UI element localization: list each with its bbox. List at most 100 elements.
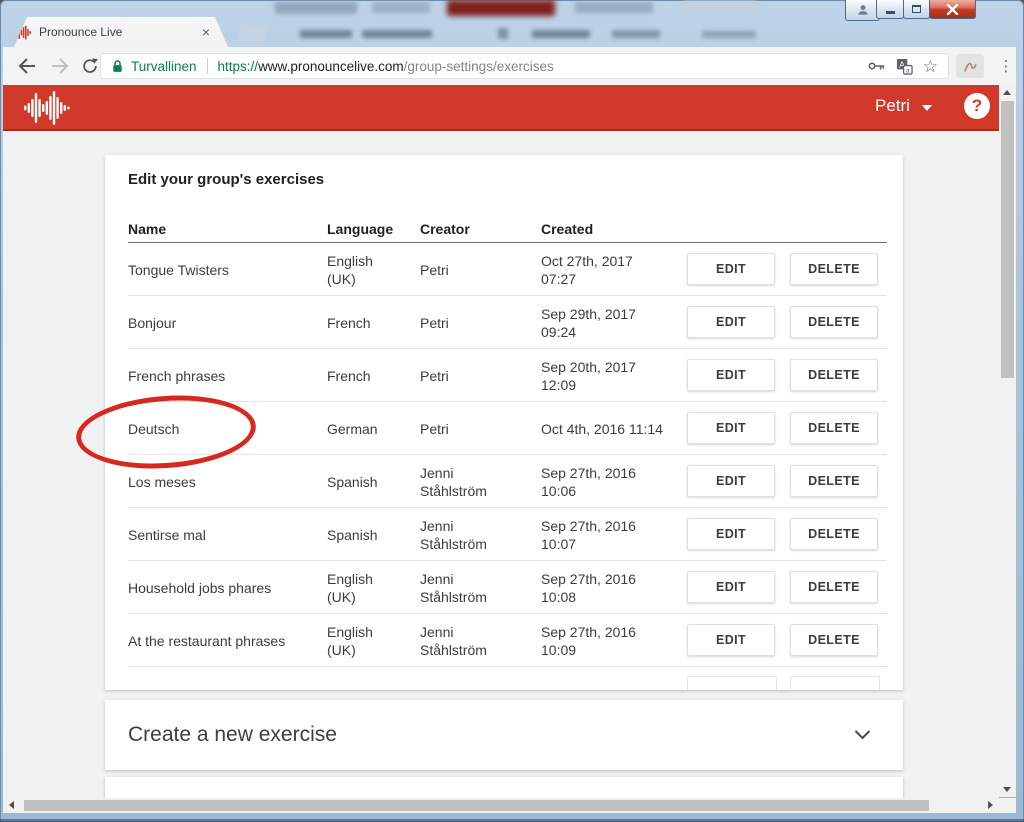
edit-button[interactable]: EDIT	[687, 624, 775, 656]
close-icon	[946, 4, 959, 15]
help-button[interactable]: ?	[964, 93, 990, 119]
exercise-name: Sentirse mal	[128, 508, 323, 561]
security-label: Turvallinen	[131, 59, 197, 74]
user-menu[interactable]: Petri	[875, 96, 910, 116]
minimize-icon	[886, 11, 895, 14]
exercise-creator: Petri	[420, 243, 504, 296]
forward-button[interactable]	[49, 55, 71, 77]
url-scheme: https://	[218, 59, 259, 74]
edit-button[interactable]: EDIT	[687, 518, 775, 550]
delete-button[interactable]: DELETE	[790, 306, 878, 338]
vertical-scrollbar[interactable]	[999, 85, 1016, 797]
password-key-icon[interactable]	[868, 59, 886, 73]
background-blur	[447, 0, 555, 16]
table-body: Tongue Twisters English (UK) Petri Oct 2…	[105, 243, 903, 667]
close-window-button[interactable]	[929, 0, 976, 19]
table-row: Deutsch German Petri Oct 4th, 2016 11:14…	[105, 402, 903, 455]
back-button[interactable]	[16, 55, 38, 77]
exercise-name: Household jobs phares	[128, 561, 323, 614]
scroll-down-arrow[interactable]	[1003, 787, 1011, 792]
delete-button[interactable]: DELETE	[790, 412, 878, 444]
edit-button[interactable]: EDIT	[687, 359, 775, 391]
bookmark-star-icon[interactable]: ☆	[923, 58, 938, 75]
maximize-button[interactable]	[903, 0, 930, 19]
pdf-extension-icon[interactable]	[956, 54, 984, 78]
person-icon	[856, 3, 870, 17]
tab-close-icon[interactable]: ×	[202, 25, 210, 39]
column-header-creator: Creator	[420, 221, 470, 237]
delete-button[interactable]: DELETE	[790, 624, 878, 656]
table-row: At the restaurant phrases English (UK) J…	[105, 614, 903, 667]
exercise-language: Spanish	[327, 455, 391, 508]
exercises-card: Edit your group's exercises Name Languag…	[105, 155, 903, 690]
partial-delete-button[interactable]	[790, 676, 880, 690]
svg-text:a: a	[906, 67, 910, 74]
scroll-up-arrow[interactable]	[1003, 90, 1011, 95]
browser-tab[interactable]: Pronounce Live ×	[14, 17, 228, 47]
background-blur	[300, 30, 352, 38]
exercise-created: Oct 27th, 201707:27	[541, 243, 687, 296]
scroll-right-arrow[interactable]	[988, 801, 993, 809]
delete-button[interactable]: DELETE	[790, 571, 878, 603]
background-blur	[275, 2, 357, 14]
address-bar[interactable]: Turvallinen https://www.pronouncelive.co…	[100, 53, 949, 79]
edit-button[interactable]: EDIT	[687, 253, 775, 285]
delete-button[interactable]: DELETE	[790, 253, 878, 285]
delete-button[interactable]: DELETE	[790, 465, 878, 497]
exercise-creator: Petri	[420, 402, 504, 455]
scrollbar-corner	[999, 798, 1016, 813]
create-exercise-section[interactable]: Create a new exercise	[105, 700, 903, 770]
delete-button[interactable]: DELETE	[790, 359, 878, 391]
exercise-language: Spanish	[327, 508, 391, 561]
edit-button[interactable]: EDIT	[687, 412, 775, 444]
tab-title: Pronounce Live	[39, 25, 202, 39]
waveform-favicon	[14, 25, 31, 40]
back-icon	[17, 57, 37, 75]
table-row: Tongue Twisters English (UK) Petri Oct 2…	[105, 243, 903, 296]
edit-button[interactable]: EDIT	[687, 465, 775, 497]
chevron-down-icon[interactable]	[922, 105, 932, 111]
exercise-name: French phrases	[128, 349, 323, 402]
minimize-button[interactable]	[876, 0, 904, 19]
background-blur	[683, 1, 757, 14]
horizontal-scroll-thumb[interactable]	[24, 800, 929, 811]
edit-button[interactable]: EDIT	[687, 571, 775, 603]
expand-chevron-icon[interactable]	[854, 730, 871, 740]
browser-menu-icon[interactable]: ⋮	[998, 54, 1014, 78]
secure-lock-icon	[110, 58, 125, 74]
reload-button[interactable]	[79, 55, 101, 77]
exercise-name: Bonjour	[128, 296, 323, 349]
profile-button[interactable]	[845, 0, 880, 21]
exercise-name: At the restaurant phrases	[128, 614, 323, 667]
background-blur	[575, 2, 653, 13]
column-header-language: Language	[327, 221, 393, 237]
horizontal-scrollbar[interactable]	[3, 798, 999, 813]
exercise-language: English (UK)	[327, 561, 391, 614]
exercise-created: Sep 29th, 201709:24	[541, 296, 687, 349]
acrobat-glyph	[962, 58, 978, 74]
exercise-created: Sep 27th, 201610:06	[541, 455, 687, 508]
exercise-creator: Petri	[420, 296, 504, 349]
forward-icon	[50, 57, 70, 75]
translate-icon[interactable]: A a	[896, 58, 913, 75]
scroll-left-arrow[interactable]	[9, 801, 14, 809]
edit-button[interactable]: EDIT	[687, 306, 775, 338]
new-tab-button[interactable]	[236, 25, 270, 42]
app-header: Petri ?	[3, 85, 999, 131]
exercise-language: French	[327, 349, 391, 402]
reload-icon	[81, 57, 99, 75]
browser-toolbar: Turvallinen https://www.pronouncelive.co…	[3, 47, 1016, 85]
background-blur	[612, 30, 660, 38]
page-content: Edit your group's exercises Name Languag…	[3, 131, 999, 798]
browser-window: Pronounce Live × Turvallinen	[0, 0, 1024, 822]
partial-card	[105, 777, 903, 798]
delete-button[interactable]: DELETE	[790, 518, 878, 550]
table-row: Los meses Spanish Jenni Ståhlström Sep 2…	[105, 455, 903, 508]
app-logo-waveform-icon[interactable]	[24, 91, 74, 130]
create-exercise-title: Create a new exercise	[128, 723, 337, 747]
background-blur	[372, 2, 430, 13]
vertical-scroll-thumb[interactable]	[1001, 101, 1014, 378]
partial-edit-button[interactable]	[687, 676, 777, 690]
table-row: Bonjour French Petri Sep 29th, 201709:24…	[105, 296, 903, 349]
exercise-created: Oct 4th, 2016 11:14	[541, 402, 687, 455]
